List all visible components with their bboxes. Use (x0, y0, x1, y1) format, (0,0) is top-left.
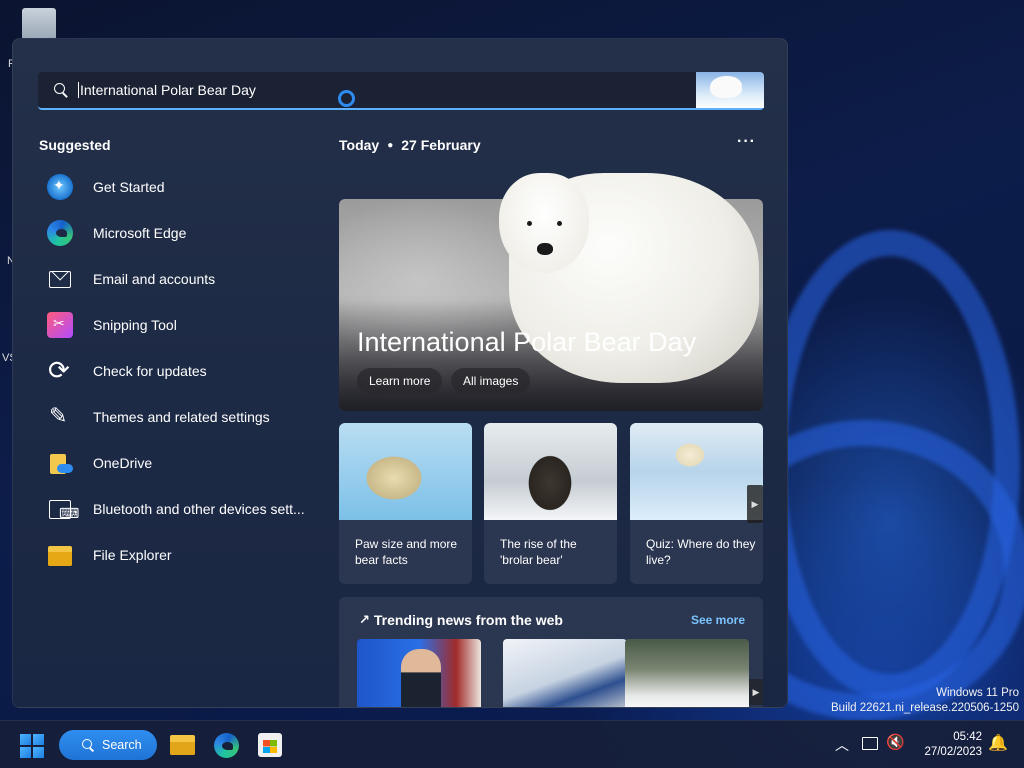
watermark-edition: Windows 11 Pro (936, 687, 1019, 699)
suggested-item-snipping-tool[interactable]: Snipping Tool (39, 302, 309, 348)
edge-icon[interactable] (214, 733, 239, 758)
brush-icon (47, 403, 73, 430)
all-images-button[interactable]: All images (451, 368, 531, 394)
notification-bell-icon[interactable]: 🔔 (988, 733, 1008, 753)
edge-icon (47, 220, 73, 246)
taskbar: Search ︿ 🔇 05:42 27/02/2023 🔔 (0, 720, 1024, 768)
suggested-item-edge[interactable]: Microsoft Edge (39, 210, 309, 256)
card-quiz[interactable]: Quiz: Where do they live? (630, 423, 763, 584)
suggested-item-label: OneDrive (93, 455, 153, 471)
news-thumbnail[interactable] (625, 639, 749, 707)
suggested-item-label: Microsoft Edge (93, 225, 187, 241)
cursor-ring-icon (338, 90, 355, 107)
start-button[interactable] (20, 734, 44, 758)
text-caret (78, 82, 79, 98)
suggested-item-bluetooth[interactable]: Bluetooth and other devices sett... (39, 486, 309, 532)
suggested-item-label: Check for updates (93, 363, 207, 379)
volume-muted-icon[interactable]: 🔇 (886, 733, 905, 751)
suggested-item-email[interactable]: Email and accounts (39, 256, 309, 302)
clock-time: 05:42 (953, 731, 982, 743)
suggested-item-label: Themes and related settings (93, 409, 270, 425)
card-image (484, 423, 617, 520)
clock-date: 27/02/2023 (924, 746, 982, 758)
hero-title: International Polar Bear Day (357, 327, 697, 357)
suggested-list: Get Started Microsoft Edge Email and acc… (39, 164, 309, 578)
taskbar-search-button[interactable]: Search (59, 730, 157, 760)
today-label: Today (339, 137, 380, 153)
suggested-item-updates[interactable]: Check for updates (39, 348, 309, 394)
taskbar-search-label: Search (102, 738, 142, 752)
suggested-item-label: Email and accounts (93, 271, 216, 287)
suggested-item-get-started[interactable]: Get Started (39, 164, 309, 210)
card-text: The rise of the 'brolar bear' (500, 537, 577, 567)
network-icon[interactable] (862, 737, 878, 750)
store-icon[interactable] (258, 733, 282, 757)
onedrive-icon (47, 450, 73, 476)
refresh-icon (47, 355, 73, 386)
recycle-bin-icon[interactable] (22, 8, 56, 40)
suggested-item-label: Get Started (93, 179, 165, 195)
windows-watermark: Windows 11 Pro Build 22621.ni_release.22… (831, 686, 1019, 716)
search-box[interactable] (38, 72, 764, 110)
mail-icon (47, 266, 73, 292)
trending-title: Trending news from the web (373, 612, 563, 628)
suggested-item-label: Bluetooth and other devices sett... (93, 501, 305, 517)
suggested-item-label: Snipping Tool (93, 317, 177, 333)
card-image (630, 423, 763, 520)
suggested-heading: Suggested (39, 137, 111, 153)
devices-icon (47, 496, 79, 522)
more-options-button[interactable]: ··· (737, 133, 756, 151)
file-explorer-icon[interactable] (170, 733, 196, 757)
bear-nose (537, 243, 553, 255)
trending-heading: ↗ Trending news from the web (359, 612, 563, 628)
folder-icon (47, 542, 73, 568)
separator-dot: ● (387, 139, 394, 151)
learn-more-button[interactable]: Learn more (357, 368, 443, 394)
windows-logo-icon (20, 734, 31, 745)
bear-eye (557, 221, 562, 226)
news-thumbnail[interactable] (357, 639, 481, 707)
search-input[interactable] (80, 82, 660, 98)
windows-logo-icon (20, 747, 31, 758)
bear-eye (527, 221, 532, 226)
snipping-tool-icon (47, 312, 73, 338)
card-text: Paw size and more bear facts (355, 537, 458, 567)
polar-bear-icon (710, 76, 742, 98)
search-icon (53, 82, 69, 98)
hero-card[interactable]: International Polar Bear Day Learn more … (339, 173, 763, 411)
polar-bear-head (499, 173, 589, 273)
today-date: 27 February (401, 137, 481, 153)
suggested-item-themes[interactable]: Themes and related settings (39, 394, 309, 440)
next-arrow-icon[interactable]: ▶ (749, 679, 763, 705)
next-arrow-icon[interactable]: ▶ (747, 485, 763, 523)
get-started-icon (47, 174, 73, 200)
trending-icon: ↗ (359, 612, 370, 627)
card-image (339, 423, 472, 520)
search-flyout: Suggested Get Started Microsoft Edge Ema… (12, 38, 788, 708)
windows-logo-icon (33, 747, 44, 758)
search-highlight-polar-bear-icon[interactable] (696, 72, 764, 108)
news-thumbnail[interactable] (503, 639, 627, 707)
windows-logo-icon (33, 734, 44, 745)
search-icon (81, 738, 95, 752)
suggested-item-file-explorer[interactable]: File Explorer (39, 532, 309, 578)
today-header: Today ● 27 February (339, 137, 481, 153)
watermark-build: Build 22621.ni_release.220506-1250 (831, 702, 1019, 714)
see-more-link[interactable]: See more (691, 613, 745, 627)
clock[interactable]: 05:42 27/02/2023 (918, 730, 982, 760)
chevron-up-icon[interactable]: ︿ (835, 735, 849, 755)
suggested-item-onedrive[interactable]: OneDrive (39, 440, 309, 486)
card-paw-size[interactable]: Paw size and more bear facts (339, 423, 472, 584)
card-brolar-bear[interactable]: The rise of the 'brolar bear' (484, 423, 617, 584)
card-text: Quiz: Where do they live? (646, 537, 756, 567)
suggested-item-label: File Explorer (93, 547, 172, 563)
trending-section: ↗ Trending news from the web See more ▶ (339, 597, 763, 707)
